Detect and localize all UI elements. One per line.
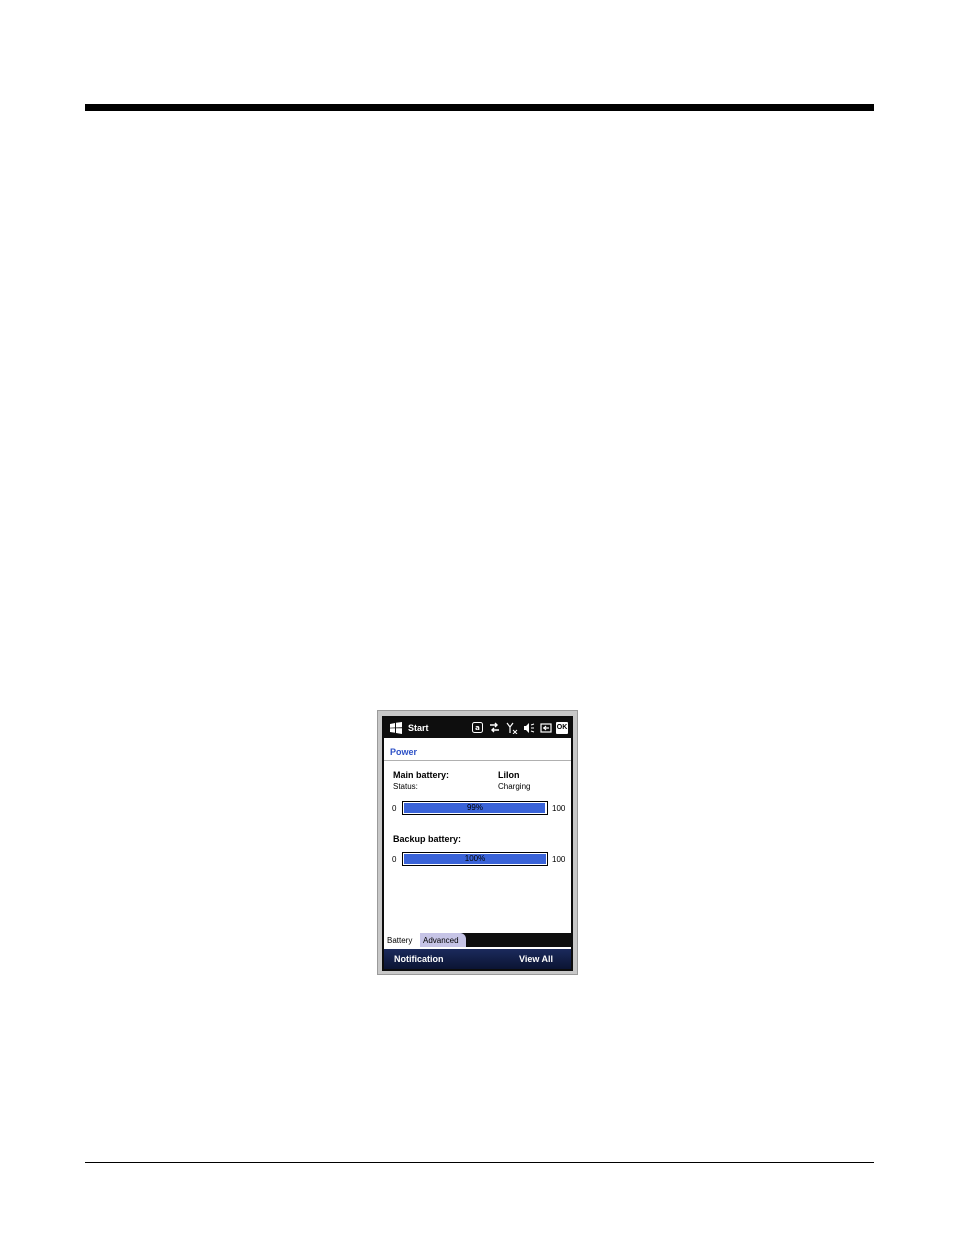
main-battery-progress: 99%	[402, 801, 548, 815]
backup-battery-percent: 100%	[464, 854, 486, 863]
header-rule	[85, 104, 874, 111]
tab-battery[interactable]: Battery	[384, 933, 420, 947]
ok-button[interactable]: OK	[556, 721, 568, 734]
tab-advanced[interactable]: Advanced	[420, 933, 466, 947]
email-icon[interactable]: a	[471, 721, 484, 734]
softkey-bar: Notification View All	[384, 949, 571, 969]
main-battery-type: LiIon	[498, 770, 520, 780]
backup-battery-progress: 100%	[402, 852, 548, 866]
view-all-softkey[interactable]: View All	[519, 954, 553, 964]
main-scale-min: 0	[392, 804, 397, 813]
backup-scale-max: 100	[552, 855, 566, 864]
backup-battery-label: Backup battery:	[393, 834, 462, 844]
main-battery-percent: 99%	[466, 803, 483, 812]
device-screen: Start a OK Power Main battery: LiIon Sta…	[384, 718, 571, 969]
status-label: Status:	[393, 782, 418, 791]
device-bezel: Start a OK Power Main battery: LiIon Sta…	[382, 716, 573, 971]
status-icons: a OK	[471, 721, 568, 734]
footer-rule	[85, 1162, 874, 1163]
notification-softkey[interactable]: Notification	[394, 954, 444, 964]
data-sync-icon[interactable]	[488, 721, 501, 734]
backup-scale-min: 0	[392, 855, 397, 864]
status-value: Charging	[498, 782, 531, 791]
no-signal-icon[interactable]	[505, 721, 518, 734]
speaker-muted-icon[interactable]	[522, 721, 535, 734]
tab-strip: Battery Advanced	[384, 933, 571, 947]
svg-text:a: a	[475, 724, 480, 732]
windows-flag-icon[interactable]	[390, 722, 402, 734]
main-battery-label: Main battery:	[393, 770, 450, 780]
start-button[interactable]: Start	[408, 723, 429, 733]
main-scale-max: 100	[552, 804, 566, 813]
device-screenshot-frame: Start a OK Power Main battery: LiIon Sta…	[377, 710, 578, 975]
title-bar: Power	[384, 738, 571, 761]
page-title: Power	[390, 747, 418, 757]
status-bar: Start a OK	[384, 718, 571, 738]
battery-charging-icon[interactable]	[539, 721, 552, 734]
